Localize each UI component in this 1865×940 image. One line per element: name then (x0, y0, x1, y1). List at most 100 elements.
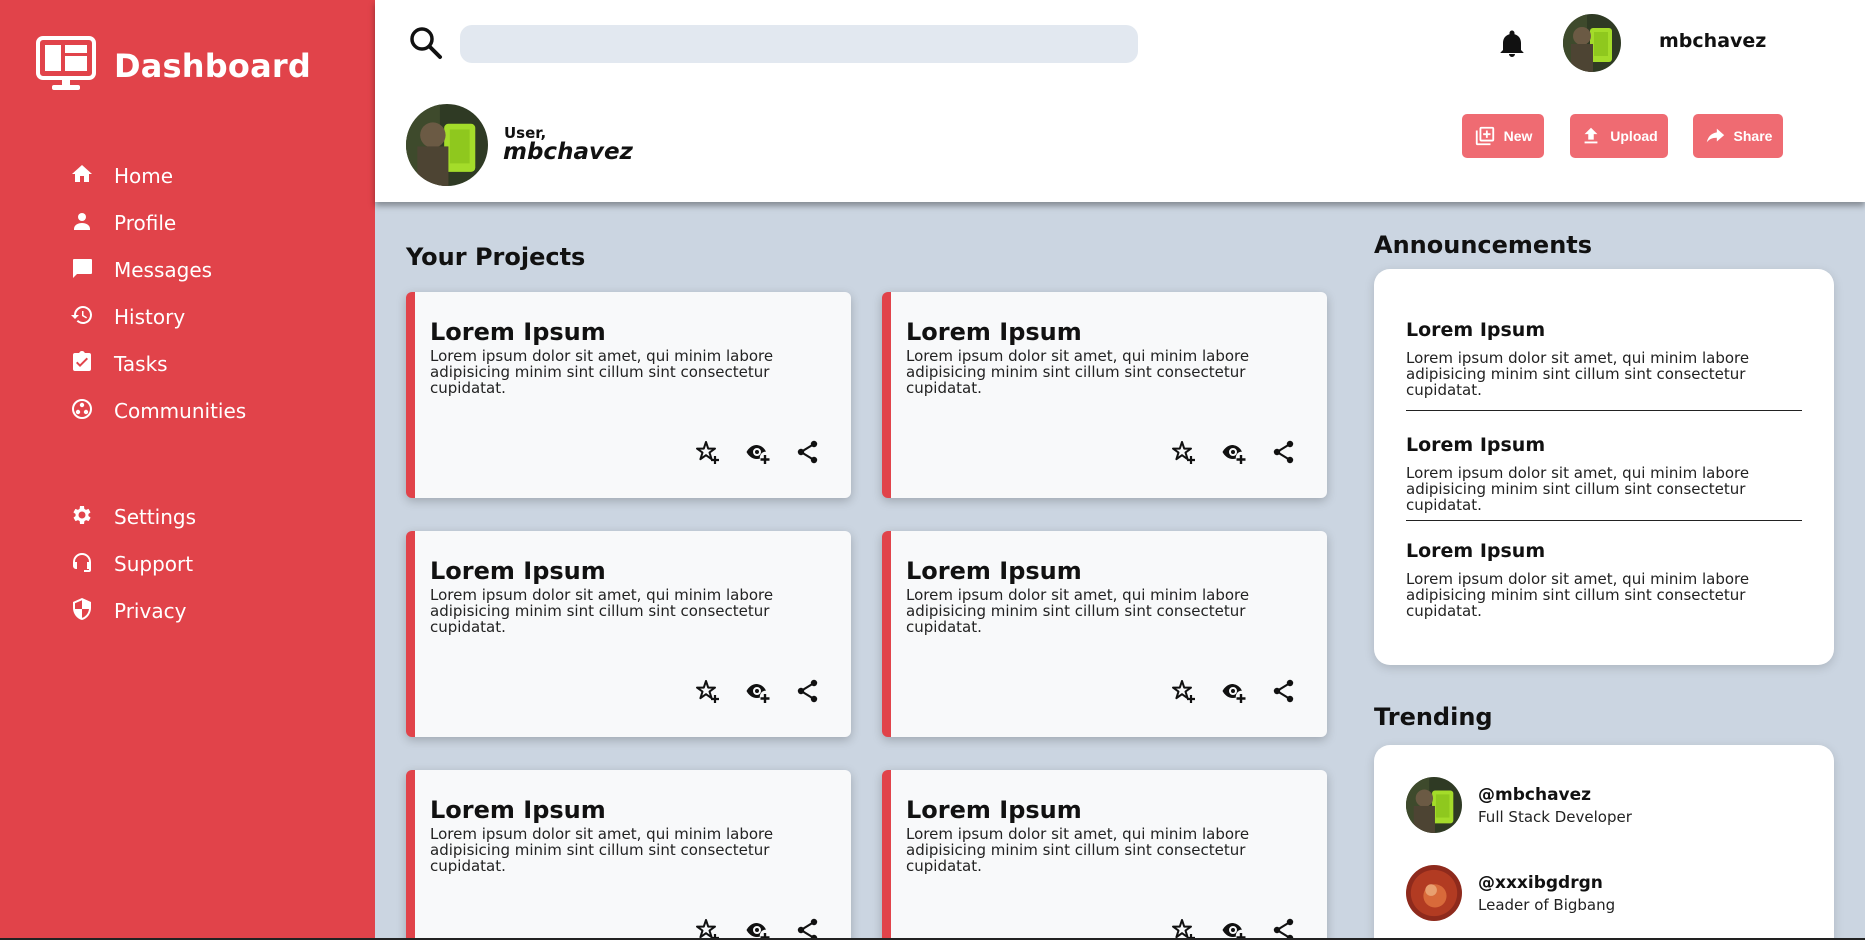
card-title: Lorem Ipsum (906, 318, 1082, 346)
upload-button[interactable]: Upload (1570, 114, 1668, 158)
view-add-icon[interactable] (1221, 439, 1247, 465)
card-title: Lorem Ipsum (430, 318, 606, 346)
history-icon (70, 303, 94, 331)
bell-icon[interactable] (1499, 30, 1525, 58)
divider (1406, 520, 1802, 521)
nav-item-history[interactable]: History (70, 293, 246, 340)
nav-label: Communities (114, 398, 247, 423)
nav-item-settings[interactable]: Settings (70, 493, 196, 540)
search-input[interactable] (460, 25, 1138, 63)
gear-icon (70, 503, 94, 531)
nav-label: Home (114, 163, 174, 188)
share-icon[interactable] (795, 439, 821, 465)
add-box-icon (1475, 126, 1494, 146)
secondary-nav: Settings Support Privacy (70, 493, 196, 634)
view-add-icon[interactable] (1221, 678, 1247, 704)
nav-label: Profile (114, 210, 177, 235)
card-actions (695, 678, 845, 704)
view-add-icon[interactable] (1221, 917, 1247, 940)
star-add-icon[interactable] (1171, 439, 1197, 465)
top-username[interactable]: mbchavez (1659, 30, 1766, 52)
upload-icon (1584, 127, 1598, 144)
star-add-icon[interactable] (1171, 678, 1197, 704)
divider (1406, 410, 1802, 411)
home-icon (70, 162, 94, 190)
announcement-item[interactable]: Lorem Ipsum Lorem ipsum dolor sit amet, … (1406, 540, 1802, 619)
nav-item-home[interactable]: Home (70, 152, 246, 199)
message-icon (70, 256, 94, 284)
announcement-title: Lorem Ipsum (1406, 540, 1546, 562)
view-add-icon[interactable] (745, 917, 771, 940)
share-icon[interactable] (795, 917, 821, 940)
user-icon (70, 209, 94, 237)
avatar[interactable] (1563, 14, 1621, 72)
brand-title: Dashboard (114, 47, 311, 85)
card-actions (1171, 917, 1321, 940)
announcement-item[interactable]: Lorem Ipsum Lorem ipsum dolor sit amet, … (1406, 434, 1802, 513)
project-card[interactable]: Lorem Ipsum Lorem ipsum dolor sit amet, … (882, 292, 1327, 498)
card-actions (695, 917, 845, 940)
nav-item-support[interactable]: Support (70, 540, 196, 587)
card-title: Lorem Ipsum (430, 796, 606, 824)
card-actions (695, 439, 845, 465)
card-title: Lorem Ipsum (906, 557, 1082, 585)
project-card[interactable]: Lorem Ipsum Lorem ipsum dolor sit amet, … (406, 292, 851, 498)
nav-label: Privacy (114, 598, 187, 623)
nav-item-profile[interactable]: Profile (70, 199, 246, 246)
share-icon[interactable] (1271, 439, 1297, 465)
trending-user[interactable]: @mbchavez Full Stack Developer (1406, 777, 1632, 833)
announcements-title: Announcements (1374, 231, 1593, 259)
card-actions (1171, 678, 1321, 704)
support-icon (70, 550, 94, 578)
view-add-icon[interactable] (745, 439, 771, 465)
project-card[interactable]: Lorem Ipsum Lorem ipsum dolor sit amet, … (406, 531, 851, 737)
nav-label: Tasks (114, 351, 168, 376)
share-icon[interactable] (795, 678, 821, 704)
dashboard-monitor-icon (36, 36, 96, 96)
nav-item-privacy[interactable]: Privacy (70, 587, 196, 634)
nav-label: Support (114, 551, 194, 576)
nav-item-tasks[interactable]: Tasks (70, 340, 246, 387)
trending-handle: @mbchavez (1478, 784, 1592, 805)
trending-role: Full Stack Developer (1478, 807, 1632, 826)
avatar (1406, 865, 1462, 921)
trending-panel: @mbchavez Full Stack Developer @xxxibgdr… (1374, 745, 1834, 940)
nav-item-messages[interactable]: Messages (70, 246, 246, 293)
share-button[interactable]: Share (1693, 114, 1783, 158)
project-card[interactable]: Lorem Ipsum Lorem ipsum dolor sit amet, … (882, 531, 1327, 737)
star-add-icon[interactable] (695, 439, 721, 465)
tasks-icon (70, 350, 94, 378)
nav-label: Settings (114, 504, 197, 529)
card-title: Lorem Ipsum (906, 796, 1082, 824)
brand[interactable]: Dashboard (36, 36, 311, 96)
announcement-text: Lorem ipsum dolor sit amet, qui minim la… (1406, 570, 1750, 620)
announcement-text: Lorem ipsum dolor sit amet, qui minim la… (1406, 464, 1750, 514)
search-icon[interactable] (409, 26, 443, 60)
share-label: Share (1733, 128, 1773, 144)
star-add-icon[interactable] (695, 917, 721, 940)
announcement-title: Lorem Ipsum (1406, 434, 1546, 456)
announcement-text: Lorem ipsum dolor sit amet, qui minim la… (1406, 349, 1750, 399)
new-button[interactable]: New (1462, 114, 1544, 158)
shield-icon (70, 597, 94, 625)
project-card[interactable]: Lorem Ipsum Lorem ipsum dolor sit amet, … (882, 770, 1327, 940)
primary-nav: Home Profile Messages History Tasks Comm… (70, 152, 246, 434)
share-icon[interactable] (1271, 917, 1297, 940)
trending-role: Leader of Bigbang (1478, 895, 1616, 914)
nav-label: Messages (114, 257, 213, 282)
project-card[interactable]: Lorem Ipsum Lorem ipsum dolor sit amet, … (406, 770, 851, 940)
announcements-panel: Lorem Ipsum Lorem ipsum dolor sit amet, … (1374, 269, 1834, 665)
trending-user[interactable]: @xxxibgdrgn Leader of Bigbang (1406, 865, 1615, 921)
card-text: Lorem ipsum dolor sit amet, qui minim la… (430, 586, 774, 636)
star-add-icon[interactable] (1171, 917, 1197, 940)
share-icon[interactable] (1271, 678, 1297, 704)
profile-avatar[interactable] (406, 104, 488, 186)
upload-label: Upload (1610, 128, 1658, 144)
view-add-icon[interactable] (745, 678, 771, 704)
nav-item-communities[interactable]: Communities (70, 387, 246, 434)
card-text: Lorem ipsum dolor sit amet, qui minim la… (906, 347, 1250, 397)
announcement-title: Lorem Ipsum (1406, 319, 1546, 341)
card-text: Lorem ipsum dolor sit amet, qui minim la… (430, 347, 774, 397)
star-add-icon[interactable] (695, 678, 721, 704)
announcement-item[interactable]: Lorem Ipsum Lorem ipsum dolor sit amet, … (1406, 319, 1802, 398)
